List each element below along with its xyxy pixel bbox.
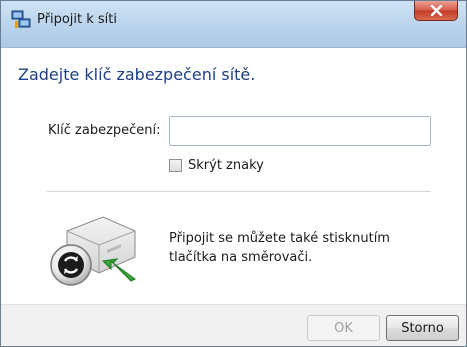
wps-info-text: Připojit se můžete také stisknutím tlačí… [169,231,390,265]
close-button[interactable] [414,1,458,21]
page-heading: Zadejte klíč zabezpečení sítě. [18,65,256,84]
cancel-button[interactable]: Storno [386,315,459,341]
button-bar: OK Storno [1,304,466,346]
window-title: Připojit k síti [37,12,117,27]
router-wps-icon [45,209,145,289]
hide-characters-checkbox[interactable] [169,159,182,172]
hide-characters-label[interactable]: Skrýt znaky [188,157,264,175]
title-bar[interactable]: Připojit k síti [1,1,466,48]
connect-network-dialog: Připojit k síti Zadejte klíč zabezpečení… [0,0,467,347]
divider [47,191,431,192]
network-connect-icon [11,10,31,30]
ok-button[interactable]: OK [307,315,380,341]
close-icon [430,5,443,16]
security-key-label: Klíč zabezpečení: [48,123,161,138]
security-key-input[interactable] [169,116,431,146]
